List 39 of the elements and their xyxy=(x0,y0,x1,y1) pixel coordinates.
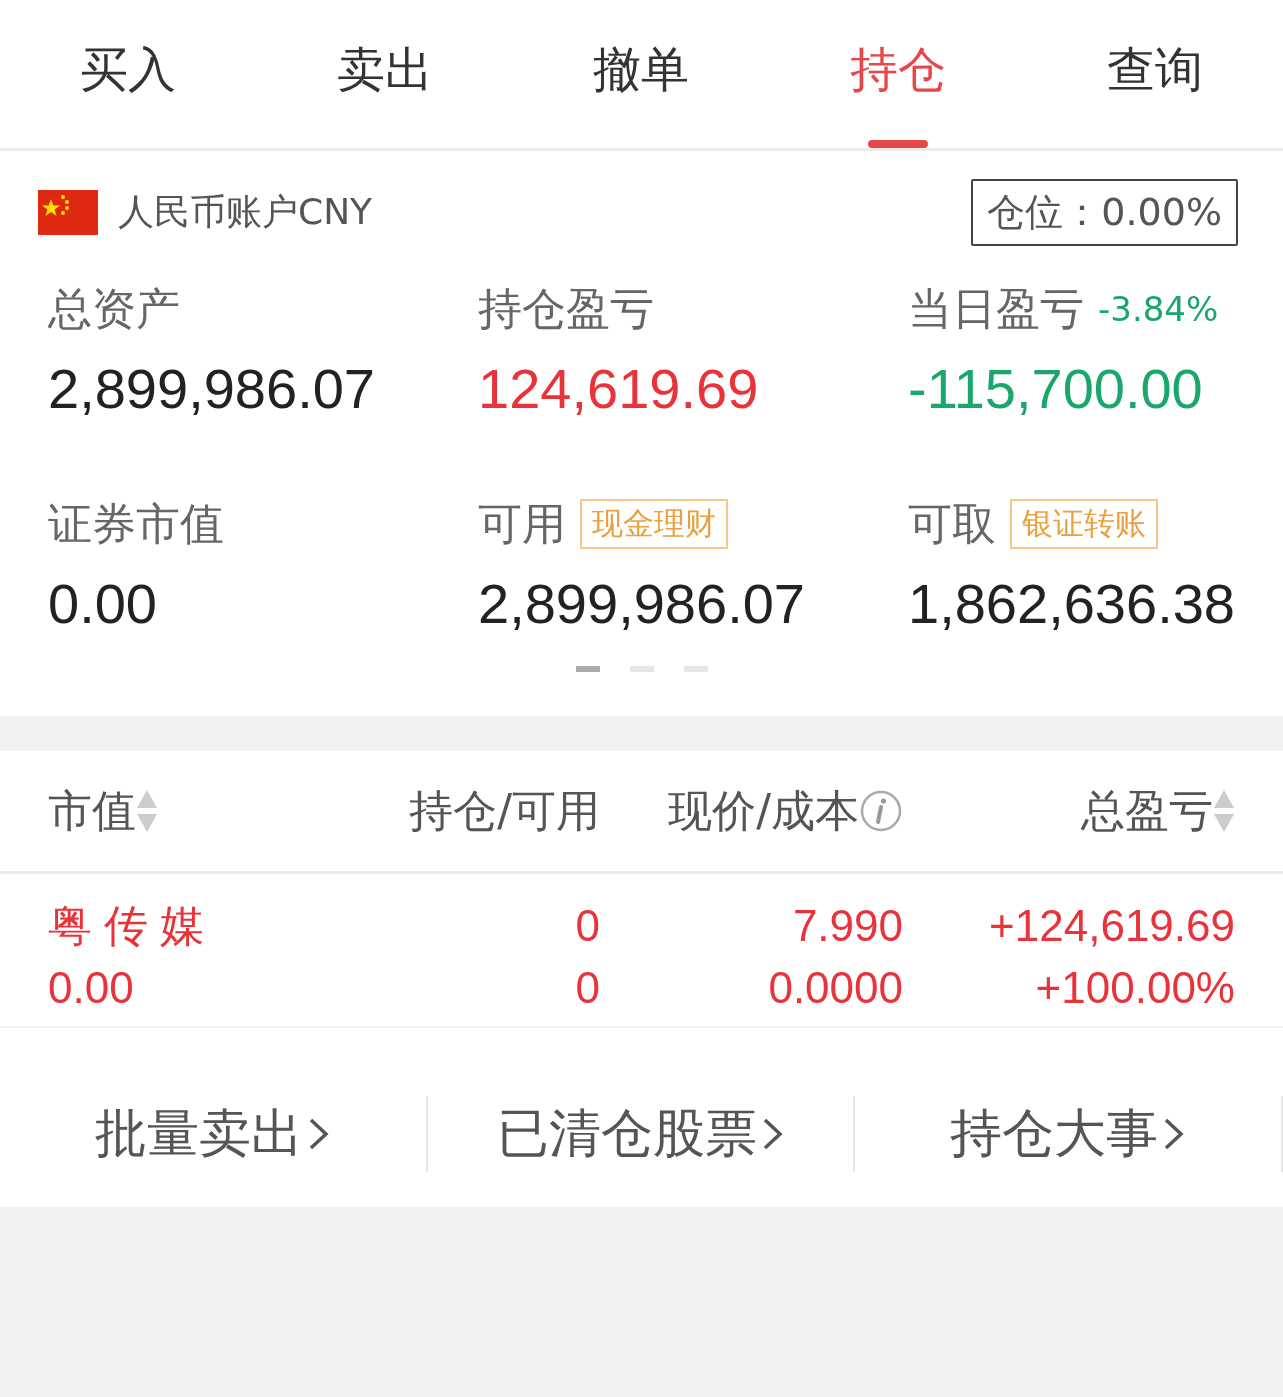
stat-label: 可用 xyxy=(478,496,566,551)
tab[interactable]: 查询 xyxy=(1026,0,1283,148)
column-header: 持仓/可用 xyxy=(409,783,600,838)
tab[interactable]: 撤单 xyxy=(513,0,770,148)
stat-label: 总资产 xyxy=(48,281,180,336)
change-percent: -3.84% xyxy=(1098,289,1219,329)
sort-icon xyxy=(136,788,158,834)
tab[interactable]: 卖出 xyxy=(256,0,514,148)
table-cell: 0 xyxy=(575,902,600,950)
table-cell: 0 xyxy=(575,964,600,1012)
tab[interactable]: 持仓 xyxy=(769,0,1027,148)
table-cell: 0.00 xyxy=(48,964,134,1012)
stat-value: 1,862,636.38 xyxy=(908,571,1236,636)
column-header: 现价/成本 xyxy=(668,783,859,838)
position-ratio: 仓位：0.00% xyxy=(971,179,1238,246)
column-header[interactable]: 市值 xyxy=(48,781,136,841)
table-cell: 0.0000 xyxy=(768,964,903,1012)
info-icon xyxy=(859,789,903,833)
link-button[interactable]: 批量卖出 xyxy=(0,1096,428,1172)
table-cell: +124,619.69 xyxy=(989,902,1235,950)
link-button[interactable]: 已清仓股票 xyxy=(427,1096,856,1172)
stat-value: 2,899,986.07 xyxy=(478,571,806,636)
tab[interactable]: 买入 xyxy=(0,0,257,148)
account-name: 人民币账户CNY xyxy=(118,190,373,234)
table-cell: +100.00% xyxy=(1035,964,1235,1012)
link-button[interactable]: 持仓大事 xyxy=(855,1096,1283,1172)
stat-value: 0.00 xyxy=(48,571,158,636)
stat-value: 124,619.69 xyxy=(478,356,760,421)
stat-label: 证券市值 xyxy=(48,496,224,551)
stat-value: -115,700.00 xyxy=(908,356,1204,421)
flag-icon xyxy=(38,190,98,235)
stat-label: 当日盈亏 xyxy=(908,281,1084,336)
stat-value: 2,899,986.07 xyxy=(48,356,376,421)
table-cell: 7.990 xyxy=(792,902,903,950)
table-cell: 粤 传 媒 xyxy=(48,902,205,950)
sort-icon xyxy=(1213,788,1235,834)
column-header[interactable]: 总盈亏 xyxy=(1081,781,1213,841)
stat-label: 可取 xyxy=(908,496,996,551)
stat-label: 持仓盈亏 xyxy=(478,281,654,336)
